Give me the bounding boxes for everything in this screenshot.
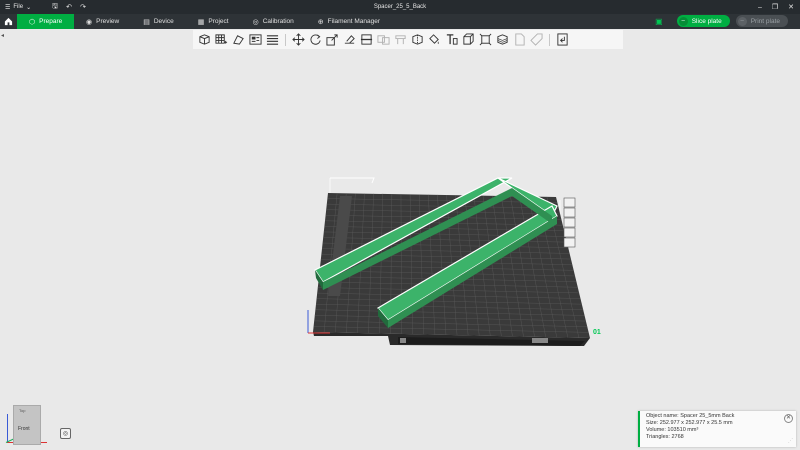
view-cube-face[interactable]	[13, 405, 41, 445]
object-name: Object name: Spacer 25_5mm Back	[646, 413, 735, 419]
object-size: Size: 252.977 x 252.977 x 25.5 mm	[646, 420, 733, 426]
plate-orient-icon[interactable]	[563, 207, 576, 218]
view-cube-top-label: Top	[19, 408, 26, 413]
view-cube-front-label: Front	[18, 426, 30, 432]
build-volume-outline	[330, 177, 375, 184]
camera-icon: ◎	[62, 431, 69, 437]
object-triangles: Triangles: 2768	[646, 434, 684, 440]
viewport-3d[interactable]: 01	[0, 0, 800, 450]
plate-close-icon[interactable]	[563, 197, 576, 208]
plate-controls	[563, 197, 576, 248]
plate-settings-icon[interactable]	[563, 237, 576, 248]
plate-lock-icon[interactable]	[563, 227, 576, 238]
resize-grip-icon: ⋰	[788, 438, 793, 444]
close-icon[interactable]: ✕	[784, 414, 793, 423]
plate-arrange-icon[interactable]	[563, 217, 576, 228]
reset-camera-button[interactable]: ◎	[60, 428, 71, 439]
view-cube[interactable]: Top Front	[5, 402, 53, 446]
plate-number: 01	[593, 329, 601, 336]
z-axis-indicator	[7, 414, 8, 442]
object-volume: Volume: 103510 mm³	[646, 427, 699, 433]
object-info-panel: Object name: Spacer 25_5mm Back Size: 25…	[638, 411, 796, 447]
